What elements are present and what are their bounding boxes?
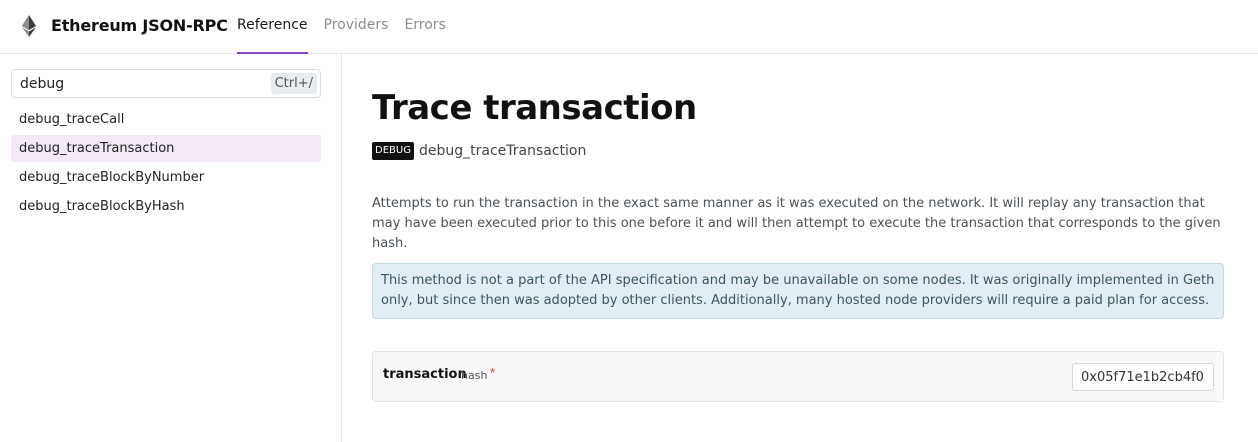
method-category-badge: DEBUG: [372, 142, 414, 160]
app-title[interactable]: Ethereum JSON-RPC: [51, 16, 228, 35]
search-results: debug_traceCall debug_traceTransaction d…: [11, 106, 321, 222]
page-title: Trace transaction: [372, 88, 697, 128]
param-type: hash: [461, 369, 488, 382]
search-box: Ctrl+/: [11, 69, 321, 98]
result-item-debug-tracetransaction[interactable]: debug_traceTransaction: [11, 135, 321, 162]
nav-errors[interactable]: Errors: [404, 17, 445, 33]
transaction-hash-input[interactable]: [1072, 363, 1214, 391]
search-input[interactable]: [20, 74, 270, 94]
required-marker: *: [490, 365, 496, 380]
nav-reference[interactable]: Reference: [237, 17, 308, 54]
ethereum-logo-icon[interactable]: [22, 15, 36, 37]
nav-providers[interactable]: Providers: [324, 17, 389, 33]
sidebar: Ctrl+/ debug_traceCall debug_traceTransa…: [0, 54, 342, 442]
result-item-debug-tracecall[interactable]: debug_traceCall: [11, 106, 321, 133]
param-row: transaction hash *: [372, 351, 1224, 402]
info-alert: This method is not a part of the API spe…: [372, 263, 1224, 319]
app-header: Ethereum JSON-RPC Reference Providers Er…: [0, 0, 1258, 54]
result-item-debug-traceblockbynumber[interactable]: debug_traceBlockByNumber: [11, 164, 321, 191]
main-content: Trace transaction DEBUG debug_traceTrans…: [343, 54, 1258, 442]
param-name: transaction: [383, 367, 467, 382]
main-nav: Reference Providers Errors: [237, 17, 462, 54]
method-name: debug_traceTransaction: [419, 143, 587, 159]
search-shortcut-hint: Ctrl+/: [270, 73, 317, 94]
method-description: Attempts to run the transaction in the e…: [372, 196, 1221, 251]
result-item-debug-traceblockbyhash[interactable]: debug_traceBlockByHash: [11, 193, 321, 220]
